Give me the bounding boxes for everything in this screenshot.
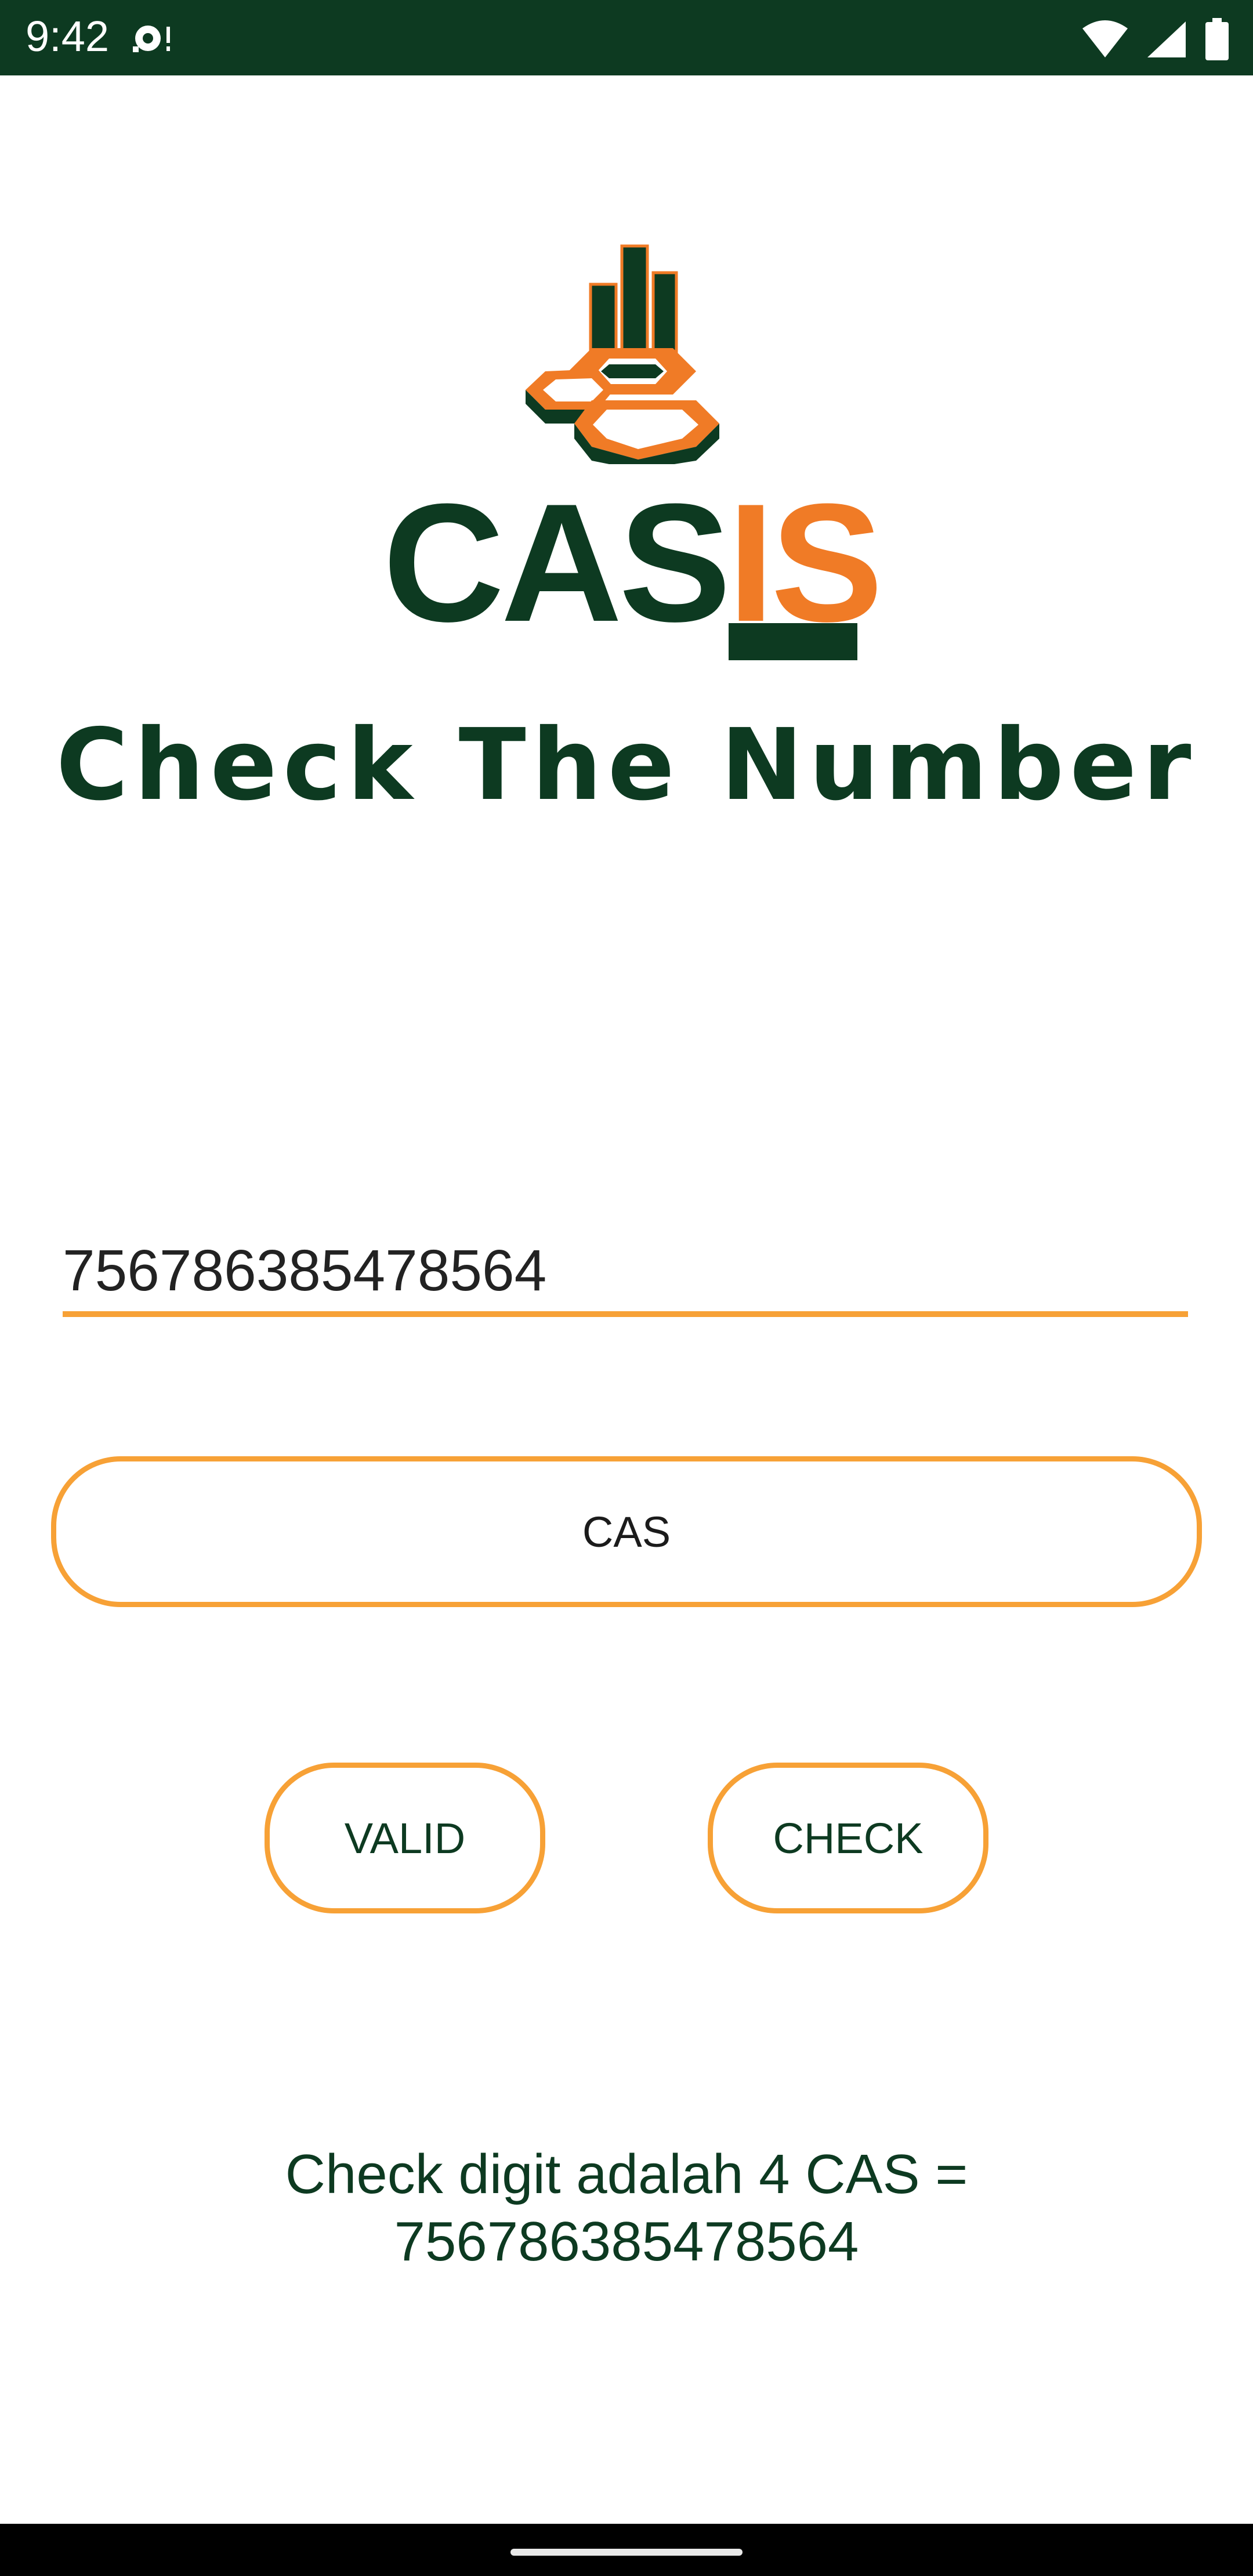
notification-icon [133,26,170,52]
chemistry-building-icon [526,244,719,464]
page-title: Check The Number [56,708,1197,823]
wifi-icon [1082,20,1128,57]
cas-button[interactable]: CAS [51,1456,1202,1607]
valid-button[interactable]: VALID [265,1763,545,1913]
signal-icon [1147,21,1186,57]
logo-text-cas: CAS [383,469,731,657]
status-bar: 9:42 [0,0,1253,75]
gesture-handle[interactable] [510,2549,743,2556]
result-text: Check digit adalah 4 CAS = 7567863854785… [285,2143,968,2273]
battery-icon [1205,18,1229,60]
check-button[interactable]: CHECK [708,1763,988,1913]
casis-logo: CASIS [360,232,893,673]
status-time: 9:42 [26,12,110,60]
system-icons [1081,16,1230,63]
cas-number-field[interactable] [63,1230,1188,1320]
logo-underline-bar [729,623,857,660]
cas-number-input[interactable] [63,1230,1188,1317]
